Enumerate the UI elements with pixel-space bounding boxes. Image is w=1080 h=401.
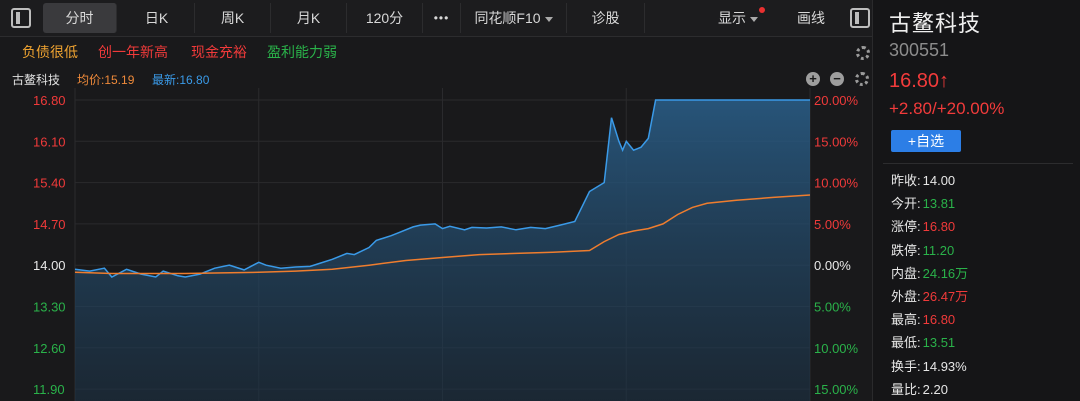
sidebar-toggle-icon[interactable] xyxy=(11,8,31,28)
stat-row: 今开: 13.81 xyxy=(891,193,955,212)
draw-lines-button[interactable]: 画线 xyxy=(776,3,846,33)
tab-weekly-k[interactable]: 周K xyxy=(195,3,271,33)
f10-label: 同花顺F10 xyxy=(474,10,541,26)
stat-value: 14.00 xyxy=(922,173,956,188)
stat-label: 最高: xyxy=(891,312,921,328)
y-percent-tick: 5.00% xyxy=(814,300,851,315)
y-price-tick: 15.40 xyxy=(33,176,66,191)
y-price-tick: 11.90 xyxy=(33,382,65,397)
tag-year-high[interactable]: 创一年新高 xyxy=(98,42,168,62)
stat-value: 2.20 xyxy=(922,381,948,397)
chart-settings-gear-icon[interactable] xyxy=(855,72,869,86)
stat-value: 16.80 xyxy=(922,219,956,235)
stat-row: 外盘: 26.47万 xyxy=(891,286,968,305)
panel-toggle-icon[interactable] xyxy=(850,8,870,28)
stat-label: 今开: xyxy=(891,196,921,212)
stat-row: 涨停: 16.80 xyxy=(891,216,955,235)
display-label: 显示 xyxy=(718,10,746,26)
y-price-tick: 13.30 xyxy=(33,300,66,315)
y-price-tick: 14.70 xyxy=(33,217,66,232)
stat-row: 量比: 2.20 xyxy=(891,379,948,398)
y-percent-tick: 5.00% xyxy=(814,217,851,232)
stat-label: 换手: xyxy=(891,358,921,374)
avg-price-label: 均价:15.19 xyxy=(77,73,135,87)
y-percent-tick: 0.00% xyxy=(814,258,851,273)
stat-value: 11.20 xyxy=(922,242,955,258)
y-price-tick: 14.00 xyxy=(33,258,66,273)
stat-label: 昨收: xyxy=(891,173,921,188)
chevron-down-icon xyxy=(750,16,758,22)
stat-value: 14.93% xyxy=(922,358,967,374)
tab-monthly-k[interactable]: 月K xyxy=(271,3,347,33)
tag-row: 负债很低 创一年新高 现金充裕 盈利能力弱 xyxy=(0,36,872,68)
latest-price-label: 最新:16.80 xyxy=(152,73,210,87)
stat-label: 最低: xyxy=(891,335,921,351)
diagnose-button[interactable]: 诊股 xyxy=(567,3,645,33)
f10-dropdown[interactable]: 同花顺F10 xyxy=(461,3,567,33)
notification-dot-icon xyxy=(759,7,765,13)
price-change: +2.80/+20.00% xyxy=(889,99,1005,118)
tag-weak-profit[interactable]: 盈利能力弱 xyxy=(267,42,337,62)
stat-value: 24.16万 xyxy=(922,265,969,281)
stat-row: 昨收: 14.00 xyxy=(891,170,955,189)
stat-label: 跌停: xyxy=(891,242,921,258)
y-price-tick: 16.80 xyxy=(33,93,66,108)
y-percent-tick: 15.00% xyxy=(814,382,859,397)
current-price: 16.80↑ xyxy=(889,70,950,92)
y-percent-tick: 15.00% xyxy=(814,134,859,149)
tab-intraday[interactable]: 分时 xyxy=(43,3,117,33)
intraday-chart[interactable]: 16.80 16.10 15.40 14.70 14.00 13.30 12.60 11.90… xyxy=(0,88,872,401)
y-percent-tick: 10.00% xyxy=(814,341,859,356)
chart-stock-name: 古鳌科技 xyxy=(12,73,61,87)
y-percent-tick: 20.00% xyxy=(814,93,859,108)
stat-label: 外盘: xyxy=(891,289,921,304)
quote-panel: 古鳌科技 300551 16.80↑ +2.80/+20.00% +自选 昨收:… xyxy=(872,0,1080,401)
zoom-out-icon[interactable]: − xyxy=(830,72,844,86)
y-percent-tick: 10.00% xyxy=(814,176,859,191)
y-price-tick: 12.60 xyxy=(33,341,66,356)
chart-info-row: 古鳌科技 均价:15.19 最新:16.80 + − xyxy=(0,68,872,90)
stat-label: 内盘: xyxy=(891,265,921,281)
stat-row: 最低: 13.51 xyxy=(891,332,955,351)
add-watchlist-button[interactable]: +自选 xyxy=(891,130,961,152)
toolbar: 分时 日K 周K 月K 120分 ••• 同花顺F10 诊股 显示 画线 xyxy=(0,0,872,37)
tab-120min[interactable]: 120分 xyxy=(347,3,423,33)
stock-code: 300551 xyxy=(889,40,950,60)
stat-label: 量比: xyxy=(891,381,921,397)
stock-name: 古鳌科技 xyxy=(889,11,982,36)
gear-icon[interactable] xyxy=(856,46,870,60)
stat-row: 内盘: 24.16万 xyxy=(891,263,968,282)
stat-label: 涨停: xyxy=(891,219,921,235)
y-price-tick: 16.10 xyxy=(33,134,66,149)
stat-value: 16.80 xyxy=(922,312,956,328)
tab-daily-k[interactable]: 日K xyxy=(119,3,195,33)
chevron-down-icon xyxy=(544,16,553,22)
stat-value: 13.51 xyxy=(922,335,956,351)
more-options-button[interactable]: ••• xyxy=(423,3,461,33)
tag-low-debt[interactable]: 负债很低 xyxy=(22,42,78,62)
stat-value: 26.47万 xyxy=(922,289,969,304)
stat-row: 跌停: 11.20 xyxy=(891,240,954,259)
stat-value: 13.81 xyxy=(922,196,956,212)
tag-cash-rich[interactable]: 现金充裕 xyxy=(191,42,247,62)
chart-panel: 分时 日K 周K 月K 120分 ••• 同花顺F10 诊股 显示 画线 负债很… xyxy=(0,0,872,401)
stat-row: 最高: 16.80 xyxy=(891,309,955,328)
divider xyxy=(883,163,1073,164)
stat-row: 换手: 14.93% xyxy=(891,356,967,375)
zoom-in-icon[interactable]: + xyxy=(806,72,820,86)
